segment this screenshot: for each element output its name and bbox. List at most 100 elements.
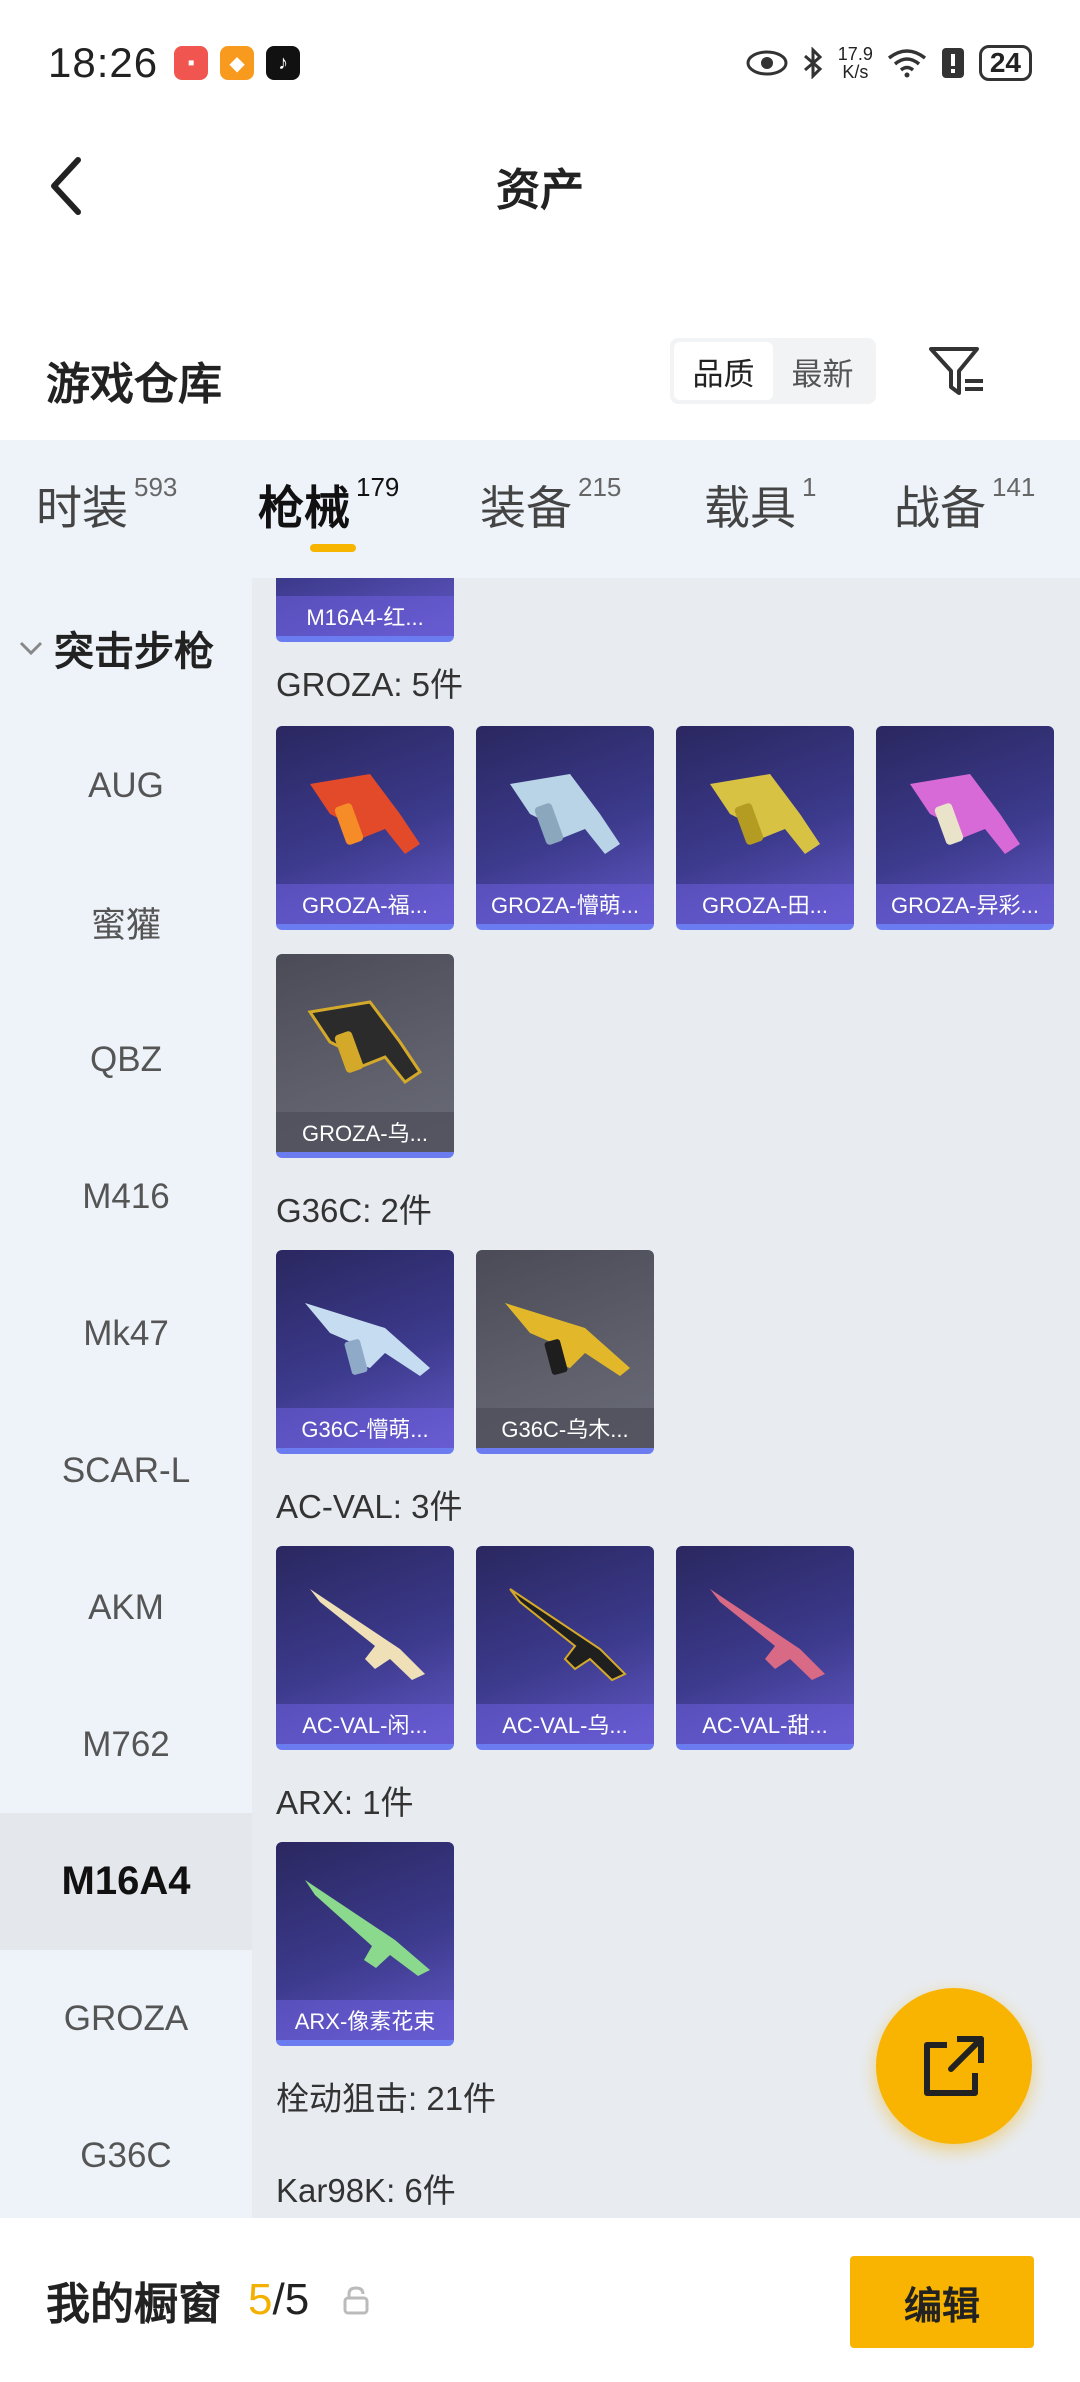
group-title-ac-val: AC-VAL: 3件 xyxy=(276,1488,463,1525)
showcase-count: 5/5 xyxy=(248,2275,309,2325)
app-bar: 资产 xyxy=(0,126,1080,246)
weapon-card[interactable]: AC-VAL-甜... xyxy=(676,1546,854,1750)
tab-guns[interactable]: 枪械 179 xyxy=(258,472,399,538)
weapon-card[interactable]: ARX-像素花束 xyxy=(276,1842,454,2046)
weapon-card[interactable]: GROZA-异彩... xyxy=(876,726,1054,930)
tab-vehicles[interactable]: 载具 1 xyxy=(704,472,816,538)
sidebar-item-aug[interactable]: AUG xyxy=(0,717,252,854)
status-bar: 18:26 ▪ ◆ ♪ 17.9 K/s 24 xyxy=(0,0,1080,126)
group-title-g36c: G36C: 2件 xyxy=(276,1192,432,1229)
weapon-card[interactable]: GROZA-乌... xyxy=(276,954,454,1158)
game-notification-icon: ◆ xyxy=(220,46,255,80)
sidebar-item-m16a4[interactable]: M16A4 xyxy=(0,1813,252,1950)
tab-label: 时装 xyxy=(36,482,128,534)
weapon-card-m16a4[interactable]: M16A4-红... xyxy=(276,578,454,642)
tiktok-notification-icon: ♪ xyxy=(266,46,301,80)
weapon-card[interactable]: AC-VAL-乌... xyxy=(476,1546,654,1750)
tab-count: 179 xyxy=(356,472,400,502)
tab-count: 141 xyxy=(992,472,1036,502)
showcase-separator: / xyxy=(272,2275,285,2324)
weapon-card-label: GROZA-田... xyxy=(676,884,854,924)
wifi-icon xyxy=(887,49,926,78)
section-header: 游戏仓库 xyxy=(0,320,1080,440)
g36c-skin-icon xyxy=(505,1303,630,1376)
sort-toggle: 品质 最新 xyxy=(670,338,876,404)
sidebar-item-mk47[interactable]: Mk47 xyxy=(0,1265,252,1402)
tab-count: 215 xyxy=(578,472,622,502)
sidebar-item-m416[interactable]: M416 xyxy=(0,1128,252,1265)
groza-skin-icon xyxy=(910,774,1020,854)
g36c-skin-icon xyxy=(305,1303,430,1376)
weapon-card-label: GROZA-乌... xyxy=(276,1112,454,1152)
app-notification-icon: ▪ xyxy=(174,46,209,80)
notification-icons: ▪ ◆ ♪ xyxy=(174,46,301,80)
filter-icon xyxy=(929,347,983,395)
group-title-groza: GROZA: 5件 xyxy=(276,666,464,703)
tab-combat-gear[interactable]: 战备 141 xyxy=(894,472,1035,538)
tab-fashion[interactable]: 时装 593 xyxy=(36,472,177,538)
weapon-card-label: GROZA-异彩... xyxy=(876,884,1054,924)
sidebar-item-honey-badger[interactable]: 蜜獾 xyxy=(0,854,252,991)
groza-skin-icon xyxy=(510,774,620,854)
tab-label: 载具 xyxy=(704,482,796,534)
showcase-used: 5 xyxy=(248,2275,273,2324)
page-title: 资产 xyxy=(496,166,584,215)
sidebar-item-akm[interactable]: AKM xyxy=(0,1539,252,1676)
tab-label: 装备 xyxy=(480,482,572,534)
speed-value: 17.9 xyxy=(837,44,873,64)
active-tab-indicator xyxy=(310,544,356,552)
weapon-card[interactable]: G36C-懵萌... xyxy=(276,1250,454,1454)
sort-quality-button[interactable]: 品质 xyxy=(674,342,773,400)
sidebar-group-assault-rifles[interactable]: 突击步枪 xyxy=(0,618,252,678)
weapon-card-label: AC-VAL-闲... xyxy=(276,1704,454,1744)
eye-icon xyxy=(746,50,788,76)
ac-val-skin-icon xyxy=(710,1589,825,1680)
back-button[interactable] xyxy=(36,156,96,216)
filter-button[interactable] xyxy=(924,338,990,404)
alert-icon xyxy=(941,48,964,78)
weapon-grid: M16A4-红... GROZA: 5件 GROZA-福... GROZA-懵萌… xyxy=(252,578,1080,2218)
groza-skin-icon xyxy=(710,774,820,854)
showcase-bar: 我的橱窗 5/5 编辑 xyxy=(0,2218,1080,2382)
showcase-title: 我的橱窗 xyxy=(46,2280,222,2329)
speed-unit: K/s xyxy=(842,62,869,82)
arx-skin-icon xyxy=(305,1880,430,1976)
tab-count: 593 xyxy=(134,472,178,502)
weapon-card[interactable]: G36C-乌木... xyxy=(476,1250,654,1454)
sidebar-item-m762[interactable]: M762 xyxy=(0,1676,252,1813)
chevron-down-icon xyxy=(19,641,43,656)
weapon-card-label: G36C-懵萌... xyxy=(276,1408,454,1448)
weapon-card-label: GROZA-福... xyxy=(276,884,454,924)
sidebar-group-label: 突击步枪 xyxy=(54,630,214,674)
tab-label: 枪械 xyxy=(258,482,350,534)
weapon-card[interactable]: GROZA-福... xyxy=(276,726,454,930)
groza-skin-icon xyxy=(310,774,420,854)
sidebar-item-g36c[interactable]: G36C xyxy=(0,2087,252,2224)
sidebar-item-qbz[interactable]: QBZ xyxy=(0,991,252,1128)
weapon-card[interactable]: GROZA-田... xyxy=(676,726,854,930)
lock-icon xyxy=(339,2283,373,2317)
section-title: 游戏仓库 xyxy=(46,360,222,409)
weapon-card-label: GROZA-懵萌... xyxy=(476,884,654,924)
weapon-card-label: AC-VAL-甜... xyxy=(676,1704,854,1744)
sidebar-item-scar-l[interactable]: SCAR-L xyxy=(0,1402,252,1539)
ac-val-skin-icon xyxy=(509,1588,627,1682)
weapon-card[interactable]: AC-VAL-闲... xyxy=(276,1546,454,1750)
group-title-bolt-action: 栓动狙击: 21件 xyxy=(276,2080,497,2117)
weapon-card[interactable]: GROZA-懵萌... xyxy=(476,726,654,930)
network-speed: 17.9 K/s xyxy=(838,45,873,81)
tab-equipment[interactable]: 装备 215 xyxy=(480,472,621,538)
edit-button[interactable]: 编辑 xyxy=(850,2256,1034,2348)
category-tabs: 时装 593 枪械 179 装备 215 载具 1 战备 141 xyxy=(0,440,1080,578)
sort-newest-button[interactable]: 最新 xyxy=(773,342,872,400)
share-button[interactable] xyxy=(876,1988,1032,2144)
weapon-card-label: G36C-乌木... xyxy=(476,1408,654,1448)
weapon-card-label: ARX-像素花束 xyxy=(276,2000,454,2040)
groza-skin-icon xyxy=(307,1000,423,1085)
weapon-card-label: AC-VAL-乌... xyxy=(476,1704,654,1744)
share-external-icon xyxy=(924,2036,984,2096)
weapon-card-label: M16A4-红... xyxy=(276,596,454,636)
group-title-kar98k: Kar98K: 6件 xyxy=(276,2172,456,2209)
back-arrow-icon xyxy=(51,157,81,215)
sidebar-item-groza[interactable]: GROZA xyxy=(0,1950,252,2087)
